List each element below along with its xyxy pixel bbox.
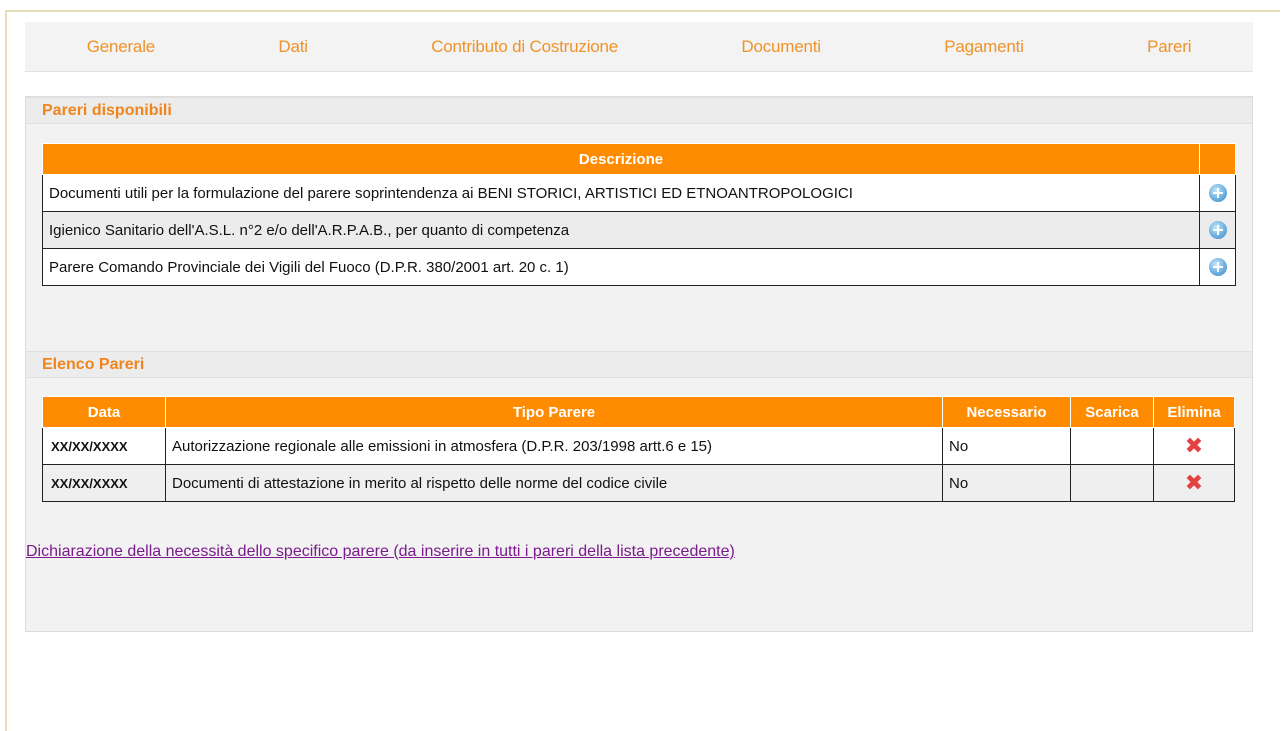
tab-documenti[interactable]: Documenti — [741, 37, 821, 57]
elenco-pareri-title: Elenco Pareri — [26, 351, 1252, 378]
pareri-disponibili-table: Descrizione Documenti utili per la formu… — [42, 143, 1236, 286]
parere-date: XX/XX/XXXX — [42, 464, 166, 502]
column-header-elimina: Elimina — [1153, 396, 1235, 428]
table-row: Igienico Sanitario dell'A.S.L. n°2 e/o d… — [42, 211, 1236, 249]
tab-contributo-di-costruzione[interactable]: Contributo di Costruzione — [431, 37, 618, 57]
column-header-data: Data — [42, 396, 166, 428]
parere-scarica — [1070, 427, 1154, 465]
parere-date: XX/XX/XXXX — [42, 427, 166, 465]
declaration-link[interactable]: Dichiarazione della necessità dello spec… — [26, 543, 735, 561]
table-row: XX/XX/XXXX Documenti di attestazione in … — [42, 464, 1235, 502]
top-nav: Generale Dati Contributo di Costruzione … — [25, 22, 1253, 72]
column-header-scarica: Scarica — [1070, 396, 1154, 428]
table-row: Parere Comando Provinciale dei Vigili de… — [42, 248, 1236, 286]
pareri-disponibili-title: Pareri disponibili — [26, 97, 1252, 124]
delete-icon[interactable]: ✖ — [1185, 472, 1203, 494]
column-header-tipo-parere: Tipo Parere — [165, 396, 943, 428]
column-header-descrizione: Descrizione — [42, 143, 1200, 175]
add-circle-icon[interactable] — [1208, 184, 1227, 203]
table-row: XX/XX/XXXX Autorizzazione regionale alle… — [42, 427, 1235, 465]
elenco-pareri-table: Data Tipo Parere Necessario Scarica Elim… — [42, 396, 1235, 502]
parere-tipo: Autorizzazione regionale alle emissioni … — [165, 427, 943, 465]
table-row: Documenti utili per la formulazione del … — [42, 174, 1236, 212]
parere-description: Documenti utili per la formulazione del … — [42, 174, 1200, 212]
column-header-actions — [1199, 143, 1236, 175]
parere-tipo: Documenti di attestazione in merito al r… — [165, 464, 943, 502]
parere-scarica — [1070, 464, 1154, 502]
column-header-necessario: Necessario — [942, 396, 1071, 428]
parere-description: Parere Comando Provinciale dei Vigili de… — [42, 248, 1200, 286]
add-circle-icon[interactable] — [1208, 221, 1227, 240]
main-panel: Pareri disponibili Descrizione Documenti… — [25, 96, 1253, 632]
tab-generale[interactable]: Generale — [87, 37, 156, 57]
tab-pagamenti[interactable]: Pagamenti — [944, 37, 1024, 57]
add-circle-icon[interactable] — [1208, 258, 1227, 277]
delete-icon[interactable]: ✖ — [1185, 435, 1203, 457]
tab-pareri[interactable]: Pareri — [1147, 37, 1191, 57]
parere-necessario: No — [942, 464, 1071, 502]
tab-dati[interactable]: Dati — [278, 37, 308, 57]
parere-description: Igienico Sanitario dell'A.S.L. n°2 e/o d… — [42, 211, 1200, 249]
parere-necessario: No — [942, 427, 1071, 465]
